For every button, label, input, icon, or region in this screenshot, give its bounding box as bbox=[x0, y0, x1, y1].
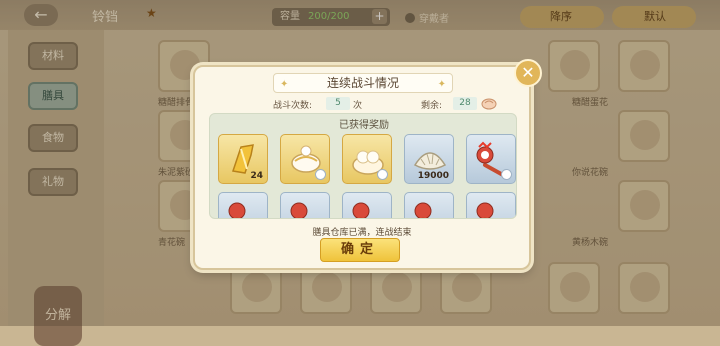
battles-unit: 次 bbox=[353, 101, 363, 111]
dialog-title-frame: ✦ 连续战斗情况 ✦ bbox=[273, 73, 453, 93]
reward-slot[interactable] bbox=[404, 192, 454, 218]
rewards-panel: 已获得奖励 24 19000 bbox=[209, 113, 517, 219]
battle-summary-dialog: ✦ 连续战斗情况 ✦ 战斗次数: 5 次 剩余: 28 已获得奖励 24 190… bbox=[193, 65, 531, 270]
reward-count: 24 bbox=[250, 171, 263, 181]
reward-count: 19000 bbox=[417, 171, 449, 181]
rooster-spoon-icon bbox=[352, 202, 370, 218]
reward-slot[interactable] bbox=[280, 192, 330, 218]
equip-badge-icon bbox=[377, 169, 388, 180]
remaining-value: 28 bbox=[453, 97, 477, 110]
confirm-button[interactable]: 确定 bbox=[320, 238, 400, 262]
reward-slot[interactable]: 24 bbox=[218, 134, 268, 184]
rewards-title: 已获得奖励 bbox=[339, 120, 389, 131]
sparkle-icon: ✦ bbox=[280, 79, 289, 90]
reward-slot[interactable] bbox=[342, 134, 392, 184]
reward-slot[interactable] bbox=[342, 192, 392, 218]
equip-badge-icon bbox=[501, 169, 512, 180]
dialog-title: 连续战斗情况 bbox=[326, 76, 399, 90]
reward-slot[interactable] bbox=[466, 192, 516, 218]
reward-slot[interactable] bbox=[218, 192, 268, 218]
warehouse-full-message: 膳具仓库已满，连战结束 bbox=[312, 228, 412, 238]
reward-slot[interactable] bbox=[280, 134, 330, 184]
steamed-bun-icon bbox=[481, 98, 497, 110]
equip-badge-icon bbox=[315, 169, 326, 180]
sparkle-icon: ✦ bbox=[437, 79, 446, 90]
close-icon: ✕ bbox=[521, 63, 535, 82]
close-button[interactable]: ✕ bbox=[514, 59, 542, 87]
battles-value: 5 bbox=[326, 97, 350, 110]
reward-slot[interactable]: 19000 bbox=[404, 134, 454, 184]
remaining-label: 剩余: bbox=[421, 101, 443, 111]
reward-slot[interactable] bbox=[466, 134, 516, 184]
rooster-spoon-icon bbox=[414, 202, 432, 218]
rooster-spoon-icon bbox=[476, 202, 494, 218]
rooster-spoon-icon bbox=[290, 202, 308, 218]
battles-label: 战斗次数: bbox=[273, 101, 313, 111]
rooster-spoon-icon bbox=[228, 202, 246, 218]
